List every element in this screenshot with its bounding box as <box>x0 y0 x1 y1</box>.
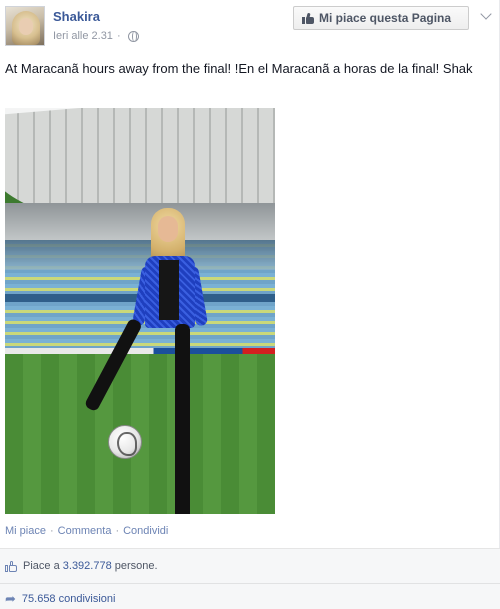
post-actions: Mi piace · Commenta · Condividi <box>5 525 168 537</box>
post-feedback: Piace a 3.392.778 persone. ➦ 75.658 cond… <box>0 548 500 609</box>
avatar-face <box>19 18 33 35</box>
photo-football <box>108 425 142 459</box>
post-meta: Ieri alle 2.31 · <box>53 30 139 42</box>
globe-icon[interactable] <box>127 30 139 42</box>
post-text: At Maracanã hours away from the final! !… <box>5 61 473 76</box>
page-avatar[interactable] <box>5 6 45 46</box>
post-timestamp[interactable]: Ieri alle 2.31 <box>53 30 113 42</box>
thumbs-up-outline-icon <box>5 560 17 572</box>
page-name-link[interactable]: Shakira <box>53 9 100 24</box>
likes-suffix: persone. <box>114 560 158 572</box>
shares-label[interactable]: condivisioni <box>59 593 116 605</box>
likes-summary: Piace a 3.392.778 persone. <box>5 560 158 572</box>
like-page-label: Mi piace questa Pagina <box>319 11 452 25</box>
photo-person <box>83 208 215 514</box>
likes-prefix: Piace a <box>23 560 60 572</box>
comment-link[interactable]: Commenta <box>58 525 112 537</box>
feedback-divider <box>0 583 500 584</box>
post-photo[interactable] <box>5 108 275 514</box>
share-arrow-icon: ➦ <box>5 591 16 606</box>
shares-count[interactable]: 75.658 <box>22 593 56 605</box>
action-separator: · <box>49 525 54 537</box>
share-link[interactable]: Condividi <box>123 525 168 537</box>
shares-summary[interactable]: ➦ 75.658 condivisioni <box>5 592 116 605</box>
thumbs-up-icon <box>302 12 314 24</box>
like-link[interactable]: Mi piace <box>5 525 46 537</box>
likes-count[interactable]: 3.392.778 <box>63 560 112 572</box>
meta-separator: · <box>116 30 121 42</box>
facebook-post: Shakira Ieri alle 2.31 · Mi piace questa… <box>0 0 500 609</box>
chevron-down-icon[interactable] <box>480 8 492 20</box>
action-separator: · <box>115 525 120 537</box>
like-page-button[interactable]: Mi piace questa Pagina <box>293 6 469 30</box>
